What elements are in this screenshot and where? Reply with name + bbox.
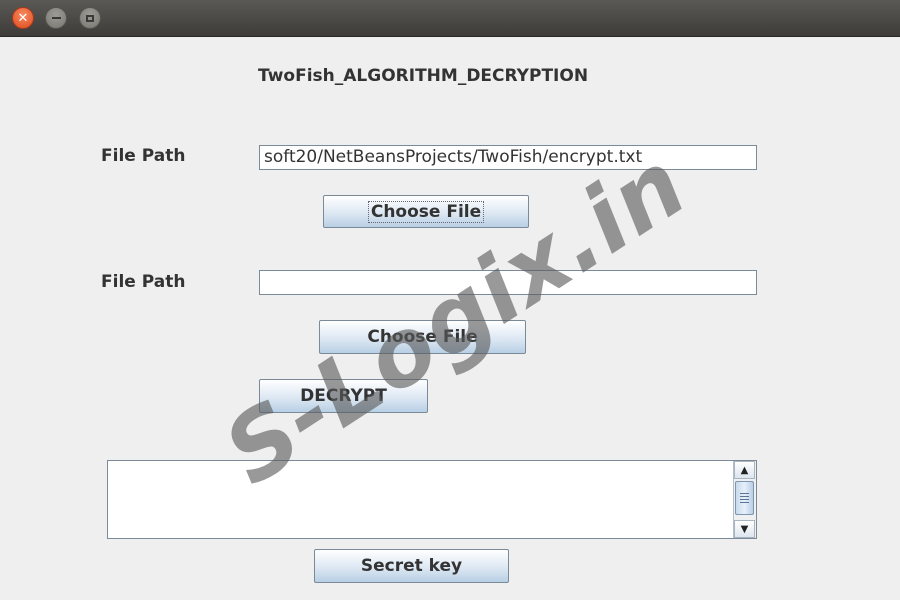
output-text-area[interactable]: ▲ ▼ xyxy=(107,460,757,539)
choose-file-button-1-label: Choose File xyxy=(367,200,485,223)
window-titlebar: ✕ xyxy=(0,0,900,36)
scroll-down-arrow-icon[interactable]: ▼ xyxy=(734,520,755,538)
secret-key-button[interactable]: Secret key xyxy=(314,549,509,583)
scroll-up-arrow-icon[interactable]: ▲ xyxy=(734,461,755,479)
minimize-icon[interactable] xyxy=(45,7,67,29)
file-path-label-1: File Path xyxy=(101,146,186,166)
choose-file-button-2-label: Choose File xyxy=(367,327,478,347)
maximize-icon[interactable] xyxy=(79,7,101,29)
vertical-scrollbar[interactable]: ▲ ▼ xyxy=(733,461,756,538)
close-icon[interactable]: ✕ xyxy=(12,7,34,29)
file-path-input-1[interactable]: soft20/NetBeansProjects/TwoFish/encrypt.… xyxy=(259,145,757,170)
file-path-input-2[interactable] xyxy=(259,270,757,295)
file-path-label-2: File Path xyxy=(101,272,186,292)
decrypt-button-label: DECRYPT xyxy=(300,386,387,406)
watermark-text: S-Logix.in xyxy=(206,130,705,506)
secret-key-button-label: Secret key xyxy=(360,556,463,576)
decrypt-button[interactable]: DECRYPT xyxy=(259,379,428,413)
choose-file-button-1[interactable]: Choose File xyxy=(323,195,529,228)
page-title: TwoFish_ALGORITHM_DECRYPTION xyxy=(258,66,589,86)
file-path-input-1-text: soft20/NetBeansProjects/TwoFish/encrypt.… xyxy=(264,147,643,167)
scroll-thumb[interactable] xyxy=(735,481,754,515)
choose-file-button-2[interactable]: Choose File xyxy=(319,320,526,354)
